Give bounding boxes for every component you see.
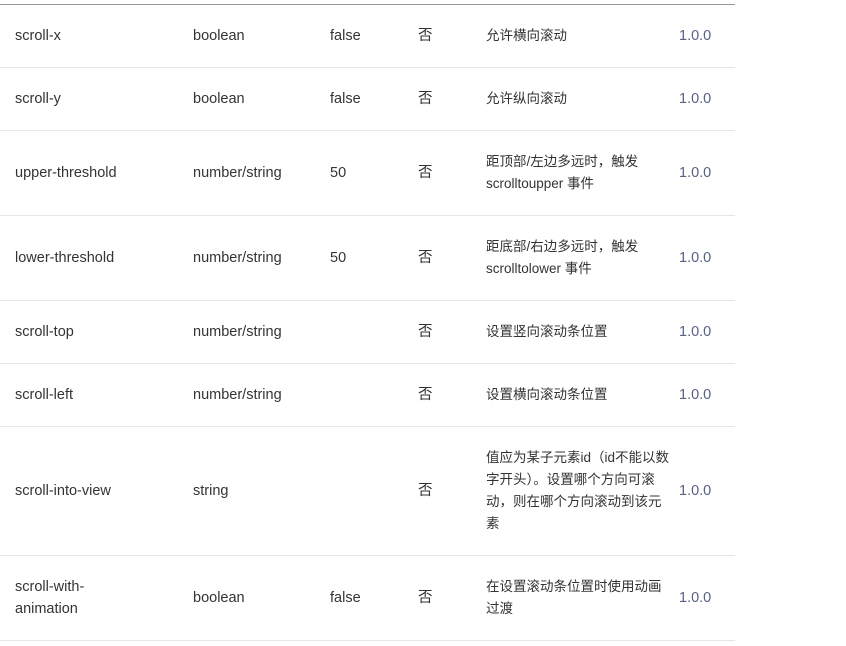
property-default: [330, 363, 418, 427]
property-name: scroll-with-animation: [0, 555, 193, 641]
property-type: boolean: [193, 67, 330, 131]
table-row: scroll-into-view string 否 值应为某子元素id（id不能…: [0, 426, 735, 556]
property-required: 否: [418, 555, 486, 641]
property-description: 设置横向滚动条位置: [486, 363, 679, 427]
property-name: lower-threshold: [0, 215, 193, 301]
property-required: 否: [418, 300, 486, 364]
properties-table: scroll-x boolean false 否 允许横向滚动 1.0.0 sc…: [0, 5, 735, 641]
table-row: scroll-left number/string 否 设置横向滚动条位置 1.…: [0, 363, 735, 427]
property-default: false: [330, 5, 418, 68]
property-default: 50: [330, 130, 418, 216]
property-description: 设置竖向滚动条位置: [486, 300, 679, 364]
property-required: 否: [418, 426, 486, 556]
property-version: 1.0.0: [679, 215, 735, 301]
property-type: boolean: [193, 555, 330, 641]
property-type: boolean: [193, 5, 330, 68]
property-default: false: [330, 67, 418, 131]
property-version: 1.0.0: [679, 555, 735, 641]
table-row: scroll-top number/string 否 设置竖向滚动条位置 1.0…: [0, 300, 735, 364]
property-version: 1.0.0: [679, 5, 735, 68]
property-version: 1.0.0: [679, 300, 735, 364]
property-required: 否: [418, 67, 486, 131]
table-row: upper-threshold number/string 50 否 距顶部/左…: [0, 130, 735, 216]
property-description: 允许横向滚动: [486, 5, 679, 68]
property-version: 1.0.0: [679, 67, 735, 131]
property-version: 1.0.0: [679, 426, 735, 556]
property-type: number/string: [193, 215, 330, 301]
property-default: [330, 300, 418, 364]
property-type: number/string: [193, 363, 330, 427]
property-name: scroll-left: [0, 363, 193, 427]
table-row: scroll-y boolean false 否 允许纵向滚动 1.0.0: [0, 67, 735, 131]
property-name: scroll-y: [0, 67, 193, 131]
property-description: 距底部/右边多远时，触发 scrolltolower 事件: [486, 215, 679, 301]
property-required: 否: [418, 130, 486, 216]
property-type: number/string: [193, 130, 330, 216]
property-version: 1.0.0: [679, 130, 735, 216]
table-row: lower-threshold number/string 50 否 距底部/右…: [0, 215, 735, 301]
property-required: 否: [418, 363, 486, 427]
property-type: string: [193, 426, 330, 556]
property-description: 距顶部/左边多远时，触发 scrolltoupper 事件: [486, 130, 679, 216]
table-row: scroll-x boolean false 否 允许横向滚动 1.0.0: [0, 5, 735, 68]
property-name: upper-threshold: [0, 130, 193, 216]
property-type: number/string: [193, 300, 330, 364]
property-name: scroll-into-view: [0, 426, 193, 556]
property-description: 值应为某子元素id（id不能以数字开头）。设置哪个方向可滚动，则在哪个方向滚动到…: [486, 426, 679, 556]
property-default: 50: [330, 215, 418, 301]
property-default: false: [330, 555, 418, 641]
property-description: 在设置滚动条位置时使用动画过渡: [486, 555, 679, 641]
property-required: 否: [418, 5, 486, 68]
property-name: scroll-top: [0, 300, 193, 364]
property-name: scroll-x: [0, 5, 193, 68]
table-row: scroll-with-animation boolean false 否 在设…: [0, 555, 735, 641]
property-default: [330, 426, 418, 556]
property-version: 1.0.0: [679, 363, 735, 427]
property-description: 允许纵向滚动: [486, 67, 679, 131]
property-required: 否: [418, 215, 486, 301]
